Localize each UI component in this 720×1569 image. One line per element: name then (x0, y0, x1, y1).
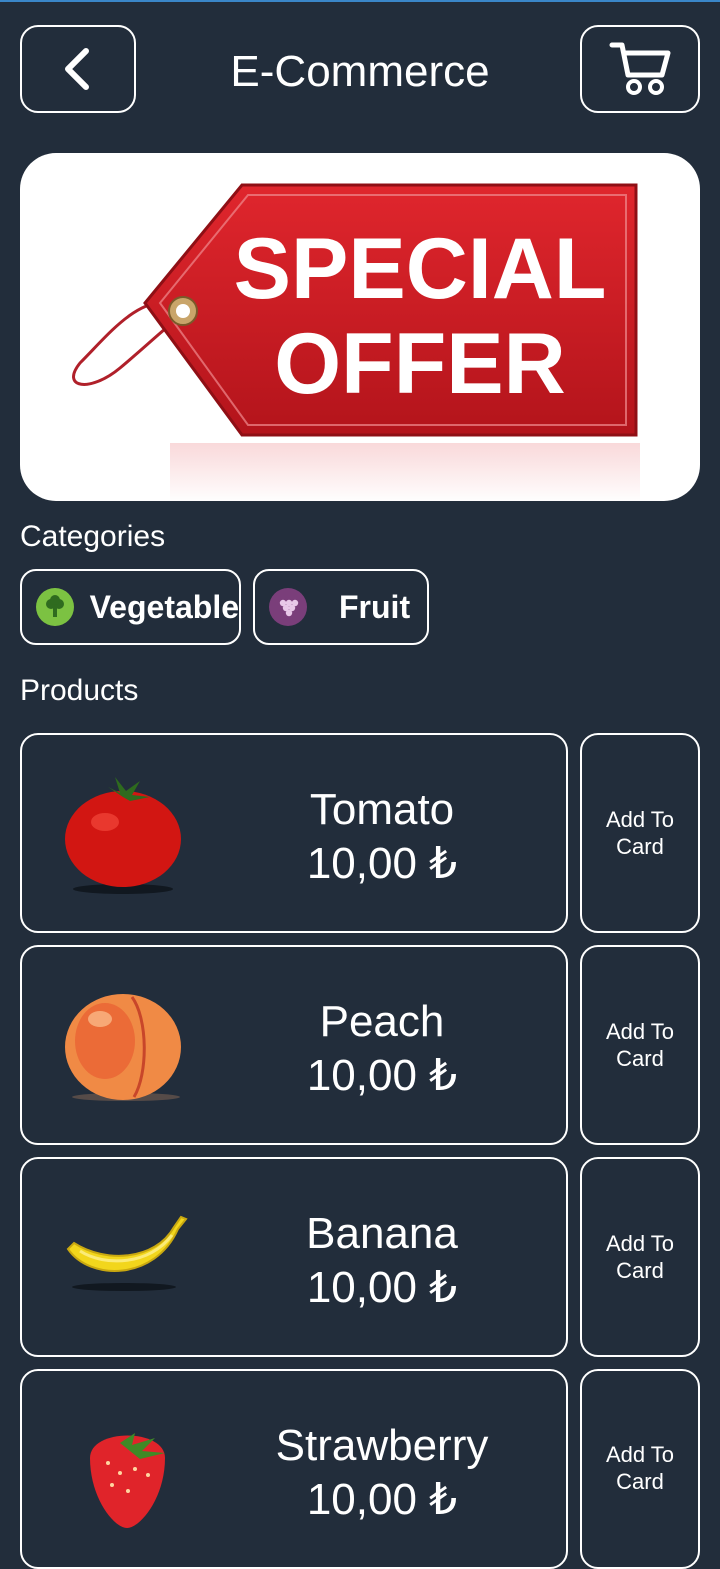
product-name: Peach (319, 997, 445, 1046)
chevron-left-icon (65, 48, 89, 90)
product-card-tomato[interactable]: Tomato 10,00 ₺ (20, 733, 568, 933)
product-card-peach[interactable]: Peach 10,00 ₺ (20, 945, 568, 1145)
product-name: Tomato (309, 785, 455, 834)
status-line (0, 0, 720, 2)
add-to-card-button[interactable]: Add To Card (580, 733, 700, 933)
special-offer-tag-image: SPECIAL OFFER (72, 183, 640, 501)
products-heading: Products (20, 674, 139, 707)
product-price: 10,00 ₺ (306, 1051, 458, 1100)
product-card-banana[interactable]: Banana 10,00 ₺ (20, 1157, 568, 1357)
banner-line1: SPECIAL (234, 221, 607, 317)
category-vegetable[interactable]: Vegetable (20, 569, 241, 645)
add-to-card-button[interactable]: Add To Card (580, 945, 700, 1145)
special-offer-banner[interactable]: SPECIAL OFFER (20, 153, 700, 501)
tomato-image (65, 777, 181, 894)
back-button[interactable] (20, 25, 136, 113)
product-price: 10,00 ₺ (306, 1263, 458, 1312)
page-title: E-Commerce (230, 47, 490, 96)
product-price: 10,00 ₺ (306, 839, 458, 888)
banana-image (66, 1215, 188, 1291)
category-label: Vegetable (89, 588, 239, 625)
broccoli-icon (36, 588, 74, 626)
peach-image (65, 994, 181, 1101)
add-to-card-button[interactable]: Add To Card (580, 1369, 700, 1569)
product-name: Banana (306, 1209, 458, 1258)
strawberry-image (90, 1433, 165, 1528)
shopping-cart-icon (609, 42, 671, 95)
category-label: Fruit (339, 588, 411, 625)
category-fruit[interactable]: Fruit (253, 569, 429, 645)
product-card-strawberry[interactable]: Strawberry 10,00 ₺ (20, 1369, 568, 1569)
categories-heading: Categories (20, 520, 166, 553)
cart-button[interactable] (580, 25, 700, 113)
product-price: 10,00 ₺ (306, 1475, 458, 1524)
banner-line2: OFFER (274, 316, 565, 412)
add-to-card-button[interactable]: Add To Card (580, 1157, 700, 1357)
grapes-icon (269, 588, 307, 626)
product-name: Strawberry (275, 1421, 489, 1470)
